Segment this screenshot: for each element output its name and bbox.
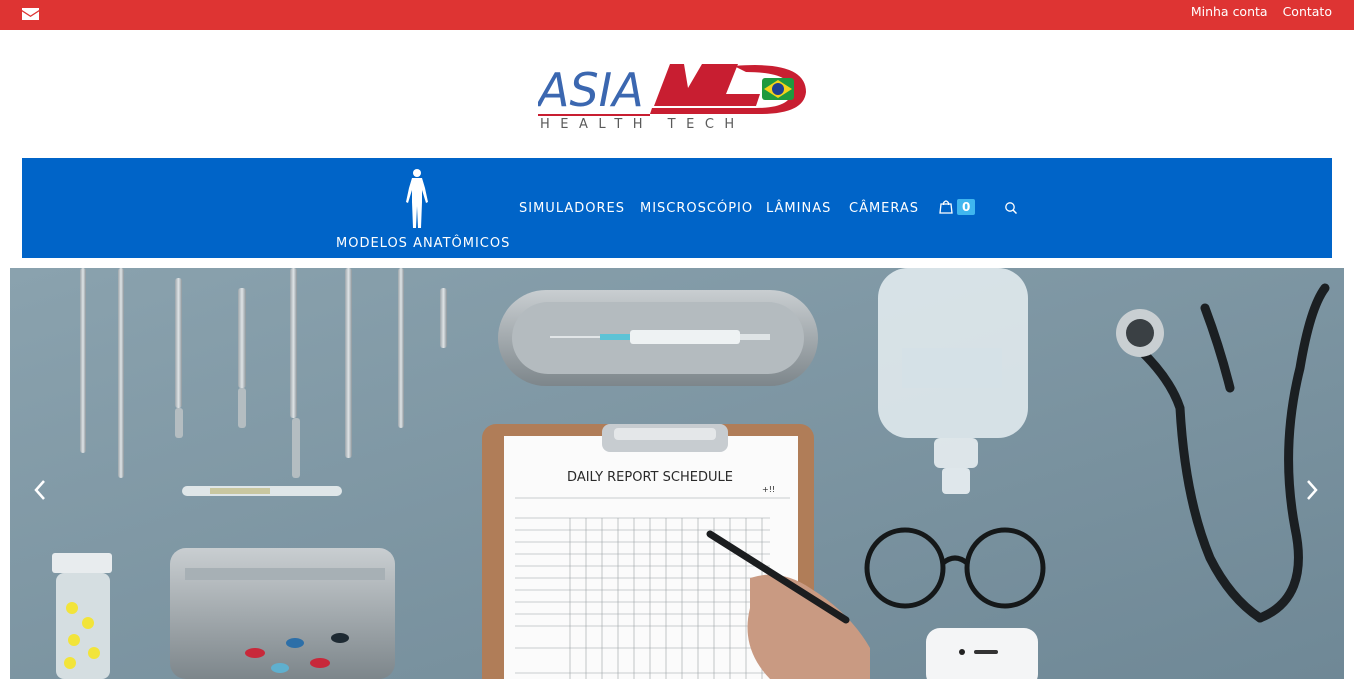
clipboard-title: DAILY REPORT SCHEDULE bbox=[567, 470, 733, 485]
cart-count-badge: 0 bbox=[957, 199, 976, 215]
hero-image: DAILY REPORT SCHEDULE +!! bbox=[10, 268, 1344, 679]
hero-slider: DAILY REPORT SCHEDULE +!! bbox=[10, 268, 1344, 679]
nav-item-simulators[interactable]: SIMULADORES bbox=[519, 201, 625, 216]
chevron-right-icon[interactable] bbox=[1304, 478, 1320, 502]
main-nav: MODELOS ANATÔMICOS SIMULADORES MISCROSCÓ… bbox=[22, 158, 1332, 258]
top-bar: Minha conta Contato bbox=[0, 0, 1354, 30]
pill-bottle bbox=[52, 553, 112, 679]
nav-item-microscope[interactable]: MISCROSCÓPIO bbox=[640, 201, 753, 216]
brazil-flag-icon bbox=[762, 78, 794, 100]
shopping-bag-icon bbox=[939, 200, 953, 214]
contact-link[interactable]: Contato bbox=[1283, 4, 1332, 19]
logo-tagline: HEALTH TECH bbox=[540, 117, 745, 132]
clipboard-mark: +!! bbox=[762, 485, 775, 494]
thermometer bbox=[182, 486, 342, 496]
nav-item-cameras[interactable]: CÂMERAS bbox=[849, 201, 919, 216]
nav-label: MODELOS ANATÔMICOS bbox=[336, 236, 511, 251]
metal-box bbox=[170, 548, 395, 679]
smartphone bbox=[926, 628, 1038, 679]
human-figure-icon bbox=[406, 169, 428, 228]
my-account-link[interactable]: Minha conta bbox=[1191, 4, 1268, 19]
cart-button[interactable]: 0 bbox=[939, 199, 976, 215]
nav-item-anatomical-models[interactable]: MODELOS ANATÔMICOS bbox=[336, 168, 509, 251]
site-logo[interactable]: ASIA HEALTH TECH bbox=[538, 58, 818, 132]
top-links: Minha conta Contato bbox=[1191, 0, 1332, 22]
search-button[interactable] bbox=[1004, 200, 1018, 219]
logo-text-asia: ASIA bbox=[538, 63, 644, 117]
syringe-tray bbox=[498, 290, 818, 386]
search-icon bbox=[1005, 202, 1018, 215]
nav-item-slides[interactable]: LÂMINAS bbox=[766, 201, 831, 216]
chevron-left-icon[interactable] bbox=[32, 478, 48, 502]
envelope-icon[interactable] bbox=[22, 7, 39, 21]
